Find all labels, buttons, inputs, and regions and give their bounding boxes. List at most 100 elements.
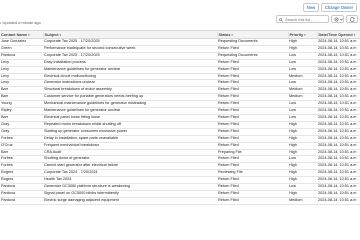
contact-name-cell[interactable]: Rogers — [0, 169, 43, 178]
subject-cell[interactable]: Signal panel on GC5000 blinks intermitte… — [43, 190, 217, 198]
date-opened-cell: 2024-08-14, 10:51 a.m — [317, 176, 360, 185]
status-cell: Return Filed — [217, 114, 288, 122]
contact-name-cell[interactable]: Levy — [0, 73, 43, 81]
subject-cell[interactable]: Corporate Tax 2024 - 7/20/2024 — [43, 169, 217, 178]
contact-name-cell[interactable]: Pardova — [0, 52, 43, 60]
chevron-down-icon[interactable]: ▾ — [354, 33, 356, 37]
column-header-priority[interactable]: Priority▾ — [288, 30, 318, 39]
column-header-contact-name[interactable]: Contact Name▾ — [0, 30, 44, 39]
subject-cell[interactable]: Electric surge damaging adjacent equipme… — [43, 197, 217, 205]
contact-name-cell[interactable]: Green — [0, 45, 43, 53]
priority-cell: Medium — [288, 73, 317, 81]
date-opened-cell: 2024-08-14, 10:51 a.m — [317, 38, 360, 46]
table-row: Levy Generator instructions unclear Return… — [0, 79, 360, 88]
table-row: Rogers Health Tax 2024 Return Filed High 202… — [0, 176, 360, 185]
table-row: Rogers Corporate Tax 2024 - 7/20/2024 Revi… — [0, 169, 360, 178]
table-row: Green Performance inadequate for second c… — [0, 45, 360, 53]
subject-cell[interactable]: Repeated motor breakdown whilst shutting… — [43, 121, 217, 129]
table-row: Barr CRA Audit Preparing File High 2024-08-1… — [0, 149, 360, 157]
search-icon — [279, 17, 283, 22]
priority-cell: Low — [288, 155, 317, 164]
table-row: Pardova Generator GC3060 platform structu… — [0, 183, 360, 191]
contact-name-cell[interactable]: Barr — [0, 86, 43, 95]
contact-name-cell[interactable]: Jose Gonzalez — [0, 38, 43, 46]
status-cell: Return Filed — [217, 183, 288, 191]
subject-cell[interactable]: Electrical circuit malfunctioning — [43, 73, 217, 81]
contact-name-cell[interactable]: Barr — [0, 93, 43, 102]
contact-name-cell[interactable]: Barr — [0, 149, 43, 157]
status-cell: Requesting Documents — [217, 52, 288, 60]
date-opened-cell: 2024-08-14, 10:51 a.m — [317, 114, 360, 122]
refresh-button[interactable] — [346, 15, 358, 23]
chevron-down-icon[interactable]: ▾ — [28, 33, 30, 37]
contact-name-cell[interactable]: Pardova — [0, 190, 43, 198]
contact-name-cell[interactable]: Ripley — [0, 107, 43, 115]
subject-cell[interactable]: Starting up generator consumes excessive… — [43, 128, 217, 136]
contact-name-cell[interactable]: Levy — [0, 66, 43, 74]
table-row: Forbes Delay in installation, spare parts… — [0, 135, 360, 143]
status-cell: Return Filed — [217, 45, 288, 53]
subject-cell[interactable]: Mechanical maintenance guidelines for ge… — [43, 100, 217, 109]
subject-cell[interactable]: Corporate Tax 2025 - 17/20/2025 — [43, 52, 217, 60]
subject-cell[interactable]: Generator GC3060 platform structure is w… — [43, 183, 217, 191]
priority-cell: High — [288, 176, 317, 185]
subject-cell[interactable]: CRA Audit — [43, 149, 217, 157]
table-row: Levy Electrical circuit malfunctioning Ret… — [0, 73, 360, 81]
table-row: Barr Structural breakdown of motor assemb… — [0, 86, 360, 95]
contact-name-cell[interactable]: Forbes — [0, 135, 43, 143]
column-header-date-opened[interactable]: Date/Time Opened▾ — [317, 30, 360, 39]
change-owner-button[interactable]: Change Owner — [321, 3, 357, 12]
column-header-subject[interactable]: Subject▾ — [43, 30, 218, 39]
table-row: Ripley Maintenance guidelines for generat… — [0, 107, 360, 115]
list-settings-button[interactable] — [331, 15, 344, 23]
search-box[interactable] — [276, 15, 329, 23]
date-opened-cell: 2024-08-14, 10:51 a.m — [317, 169, 360, 178]
contact-name-cell[interactable]: Gray — [0, 128, 43, 136]
subject-cell[interactable]: Easy installation process — [43, 59, 217, 67]
subject-cell[interactable]: Shutting down of generator — [43, 155, 217, 164]
status-cell: Return Filed — [217, 135, 288, 143]
contact-name-cell[interactable]: Young — [0, 100, 43, 109]
contact-name-cell[interactable]: Rogers — [0, 176, 43, 185]
contact-name-cell[interactable]: Levy — [0, 79, 43, 88]
chevron-down-icon[interactable]: ▾ — [231, 33, 233, 37]
subject-cell[interactable]: Customer service for portable generators… — [43, 93, 217, 102]
date-opened-cell: 2024-08-14, 10:51 a.m — [317, 45, 360, 53]
date-opened-cell: 2024-08-14, 10:51 a.m — [317, 59, 360, 67]
status-cell: Return Filed — [217, 176, 288, 185]
status-cell: Preparing File — [217, 149, 288, 157]
contact-name-cell[interactable]: O'Cruz — [0, 142, 43, 150]
subject-cell[interactable]: Health Tax 2024 — [43, 176, 217, 185]
contact-name-cell[interactable]: Gray — [0, 121, 43, 129]
chevron-down-icon[interactable]: ▾ — [60, 33, 62, 37]
contact-name-cell[interactable]: Levy — [0, 59, 43, 67]
priority-cell: Medium — [288, 93, 317, 102]
subject-cell[interactable]: Corporate Tax 2025 - 17/20/2025 — [43, 38, 217, 46]
gear-icon — [334, 17, 343, 22]
subject-cell[interactable]: Maintenance guidelines for generator unc… — [43, 107, 217, 115]
contact-name-cell[interactable]: Forbes — [0, 162, 43, 171]
contact-name-cell[interactable]: Forbes — [0, 155, 43, 164]
contact-name-cell[interactable]: Barr — [0, 114, 43, 122]
subject-cell[interactable]: Frequent mechanical breakdown — [43, 142, 217, 150]
contact-name-cell[interactable]: Pardova — [0, 197, 43, 205]
status-cell: Reviewing File — [217, 169, 288, 178]
subject-cell[interactable]: Performance inadequate for second consec… — [43, 45, 217, 53]
contact-name-cell[interactable]: Pardova — [0, 183, 43, 191]
table-row: Levy Easy installation process Return File… — [0, 59, 360, 67]
subject-cell[interactable]: Cannot start generator after electrical … — [43, 162, 217, 171]
subject-cell[interactable]: Electrical panel loose fitting loose — [43, 114, 217, 122]
chevron-down-icon[interactable]: ▾ — [304, 33, 306, 37]
subject-cell[interactable]: Generator instructions unclear — [43, 79, 217, 88]
table-row: Young Mechanical maintenance guidelines f… — [0, 100, 360, 109]
subject-cell[interactable]: Delay in installation, spare parts unava… — [43, 135, 217, 143]
table-row: Pardova Corporate Tax 2025 - 17/20/2025 Re… — [0, 52, 360, 60]
subject-cell[interactable]: Structural breakdown of motor assembly — [43, 86, 217, 95]
new-button[interactable]: New — [303, 3, 319, 12]
date-opened-cell: 2024-08-14, 10:51 a.m — [317, 197, 360, 205]
status-cell: Return Filed — [217, 142, 288, 150]
subject-cell[interactable]: Maintenance guidelines for generator unc… — [43, 66, 217, 74]
search-input[interactable] — [285, 16, 328, 22]
column-header-status[interactable]: Status▾ — [217, 30, 289, 39]
priority-cell: Low — [288, 100, 317, 109]
